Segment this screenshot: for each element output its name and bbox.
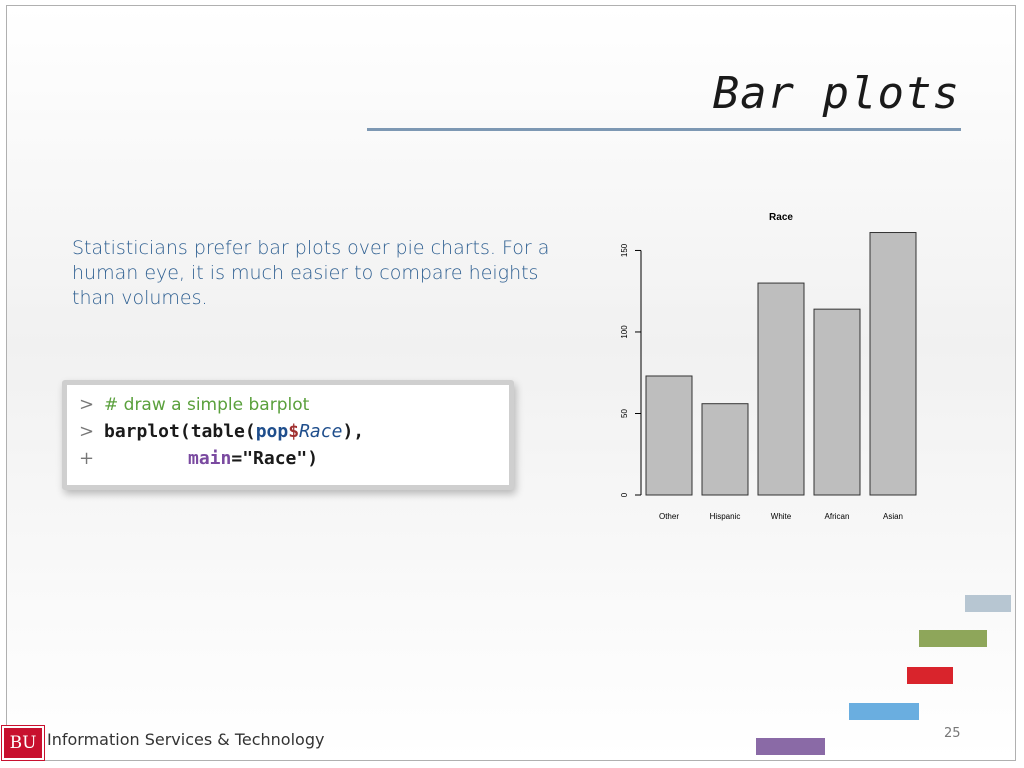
code-line-3: + main="Race") — [79, 448, 509, 475]
title-underline — [367, 128, 961, 131]
decorative-bar-2 — [919, 630, 987, 647]
code-line-1: > # draw a simple barplot — [79, 394, 509, 421]
code-line-2: > barplot(table(pop$Race), — [79, 421, 509, 448]
bu-logo: BU — [2, 726, 44, 760]
code-argument: main="Race") — [188, 448, 318, 469]
prompt-symbol: > — [79, 421, 95, 442]
y-tick-label: 100 — [620, 325, 629, 339]
decorative-bar-5 — [756, 738, 825, 755]
dollar-operator: $ — [288, 421, 300, 442]
footer-org-name: Information Services & Technology — [47, 730, 325, 749]
page-number: 25 — [944, 726, 961, 741]
argument-name: main — [188, 448, 232, 469]
x-tick-label: Other — [659, 512, 679, 521]
code-comment: # draw a simple barplot — [104, 395, 310, 415]
y-tick-label: 50 — [620, 408, 629, 417]
y-tick-label: 150 — [620, 243, 629, 257]
bar-african — [813, 308, 861, 496]
field-name: Race — [299, 421, 343, 442]
slide-title: Bar plots — [712, 68, 960, 119]
chart-title: Race — [769, 212, 793, 223]
code-block: > # draw a simple barplot > barplot(table(… — [62, 380, 514, 490]
decorative-bar-4 — [849, 703, 919, 720]
body-paragraph: Statisticians prefer bar plots over pie … — [72, 237, 550, 309]
bar-asian — [869, 232, 917, 496]
continuation-symbol: + — [79, 448, 95, 469]
bar-white — [757, 282, 805, 496]
prompt-symbol: > — [79, 394, 95, 415]
y-tick-label: 0 — [620, 492, 629, 497]
call-close: ), — [342, 421, 365, 442]
bar-hispanic — [701, 403, 749, 496]
x-tick-label: African — [825, 512, 850, 521]
slide: Bar plots Statisticians prefer bar plots… — [6, 5, 1016, 761]
object-name: pop — [255, 421, 289, 442]
code-statement: barplot(table(pop$Race), — [104, 421, 364, 442]
decorative-bar-3 — [907, 667, 953, 684]
bar-other — [645, 375, 693, 496]
decorative-bar-1 — [965, 595, 1011, 612]
function-call: barplot(table( — [104, 421, 256, 442]
x-tick-label: Asian — [883, 512, 903, 521]
x-tick-label: Hispanic — [710, 512, 741, 521]
race-bar-chart: Race 0 50 100 150 Other Hispanic White African As… — [620, 212, 917, 521]
argument-value: ="Race") — [231, 448, 319, 469]
x-tick-label: White — [771, 512, 792, 521]
